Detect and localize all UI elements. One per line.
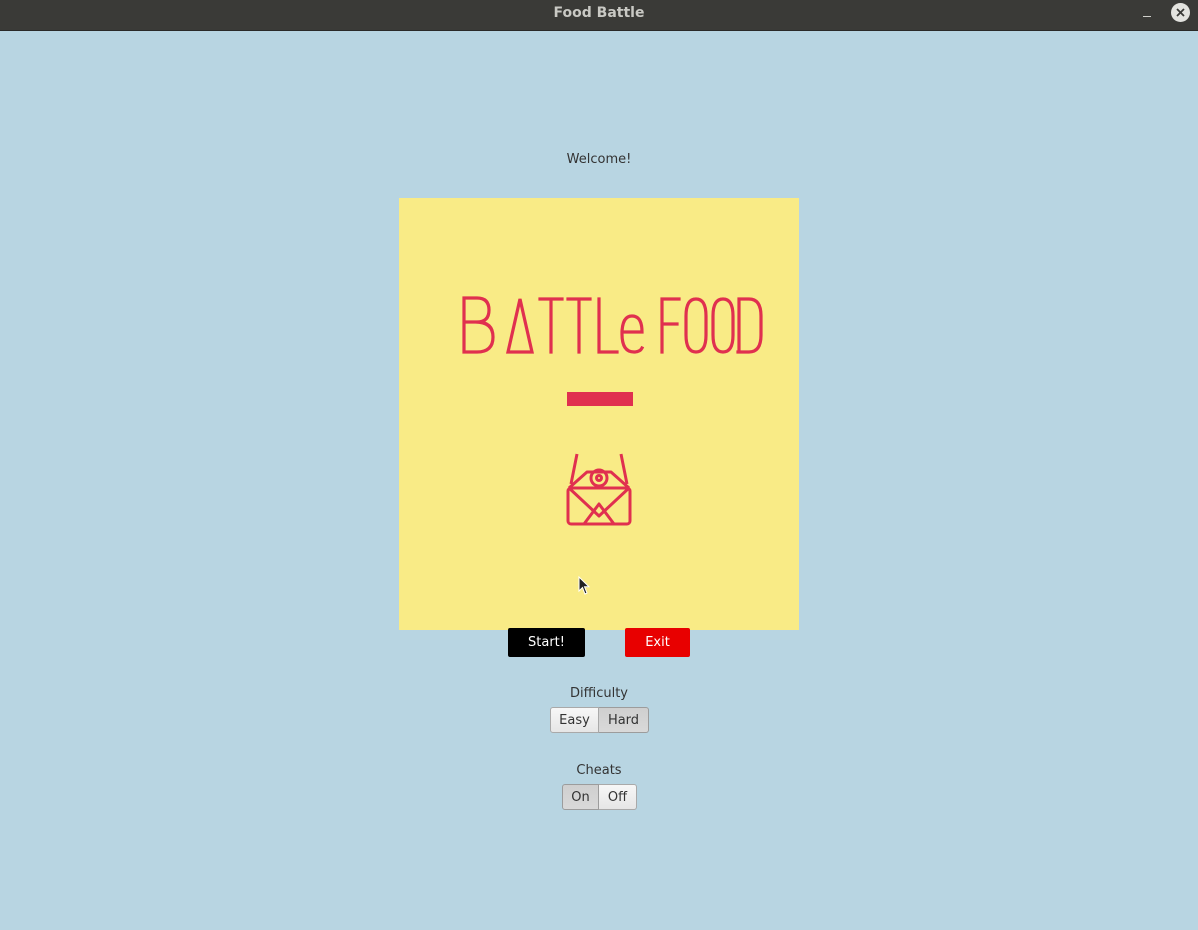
title-bar[interactable]: Food Battle [0, 0, 1198, 31]
welcome-label: Welcome! [566, 152, 632, 167]
minimize-icon[interactable] [1141, 6, 1155, 20]
mouse-cursor-icon [578, 576, 590, 595]
cheats-off-button[interactable]: Off [599, 784, 637, 810]
difficulty-easy-button[interactable]: Easy [550, 707, 599, 733]
exit-button[interactable]: Exit [625, 628, 690, 657]
cheats-on-button[interactable]: On [562, 784, 599, 810]
difficulty-label: Difficulty [570, 686, 628, 701]
cheats-toggle-group: On Off [562, 784, 637, 810]
splash-image [399, 198, 799, 630]
difficulty-toggle-group: Easy Hard [550, 707, 649, 733]
app-window: Food Battle Welcome! Start! Exit Difficu… [0, 0, 1198, 930]
window-title: Food Battle [553, 5, 645, 21]
close-icon[interactable] [1171, 3, 1190, 22]
start-button[interactable]: Start! [508, 628, 585, 657]
cheats-label: Cheats [576, 763, 622, 778]
logo-underline [567, 392, 633, 406]
battlefood-logo [462, 296, 763, 354]
difficulty-hard-button[interactable]: Hard [599, 707, 649, 733]
robot-mascot-icon [566, 453, 632, 526]
